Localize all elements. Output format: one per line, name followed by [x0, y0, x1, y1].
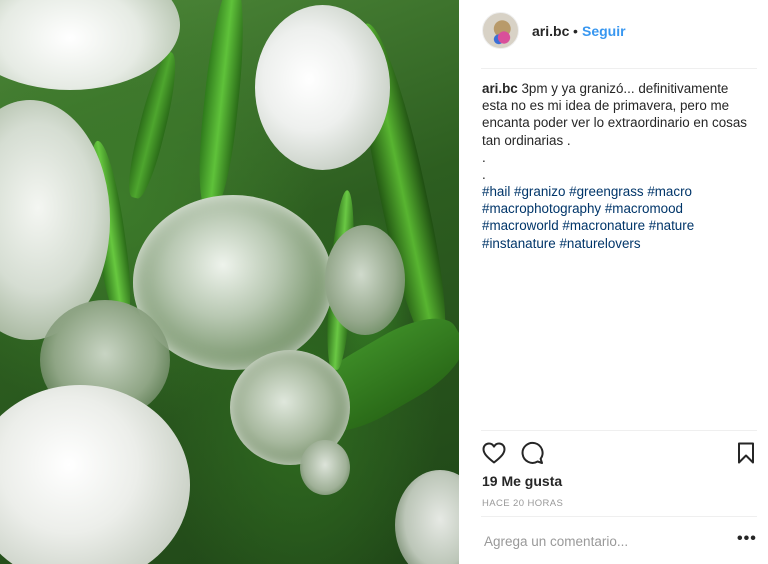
hashtag-list: #hail #granizo #greengrass #macro #macro…: [482, 183, 752, 252]
hailstone: [325, 225, 405, 335]
hashtag-link[interactable]: #granizo: [514, 184, 565, 199]
post-header: ari.bc • Seguir: [459, 0, 768, 67]
caption-text: 3pm y ya granizó... definitivamente esta…: [482, 81, 747, 148]
hashtag-link[interactable]: #macronature: [562, 218, 645, 233]
hashtag-link[interactable]: #macroworld: [482, 218, 559, 233]
divider: [481, 68, 757, 69]
divider: [481, 516, 757, 517]
caption-dot: .: [482, 167, 486, 183]
save-button[interactable]: [733, 440, 759, 466]
post-side-panel: ari.bc • Seguir ari.bc 3pm y ya granizó.…: [459, 0, 768, 564]
like-button[interactable]: [481, 440, 507, 466]
avatar[interactable]: [482, 12, 519, 49]
hashtag-link[interactable]: #macromood: [605, 201, 683, 216]
hashtag-link[interactable]: #macrophotography: [482, 201, 601, 216]
bookmark-icon: [738, 442, 754, 464]
post-timestamp[interactable]: HACE 20 HORAS: [482, 498, 563, 509]
comment-bubble-icon: [521, 441, 544, 464]
post-caption: ari.bc 3pm y ya granizó... definitivamen…: [482, 80, 752, 183]
likes-count[interactable]: 19 Me gusta: [482, 473, 562, 489]
hailstone: [0, 0, 180, 90]
hailstone: [395, 470, 459, 564]
hailstone: [0, 385, 190, 564]
heart-icon: [482, 442, 506, 464]
hailstone: [255, 5, 390, 170]
comment-button[interactable]: [519, 440, 545, 466]
hashtag-link[interactable]: #greengrass: [569, 184, 643, 199]
hashtag-link[interactable]: #hail: [482, 184, 510, 199]
follow-button[interactable]: Seguir: [582, 23, 626, 39]
grass-blade: [193, 0, 251, 212]
post-actions: [481, 440, 759, 466]
hashtag-link[interactable]: #macro: [647, 184, 692, 199]
hailstone: [300, 440, 350, 495]
divider: [481, 430, 757, 431]
hashtag-link[interactable]: #instanature: [482, 236, 556, 251]
hashtag-link[interactable]: #naturelovers: [559, 236, 640, 251]
caption-dot: .: [482, 149, 486, 165]
hashtag-link[interactable]: #nature: [649, 218, 694, 233]
caption-username[interactable]: ari.bc: [482, 81, 518, 96]
post-photo[interactable]: [0, 0, 459, 564]
separator-dot: •: [573, 23, 578, 39]
comment-input[interactable]: [481, 528, 721, 554]
username[interactable]: ari.bc: [532, 23, 569, 39]
more-options-icon[interactable]: •••: [737, 530, 757, 548]
